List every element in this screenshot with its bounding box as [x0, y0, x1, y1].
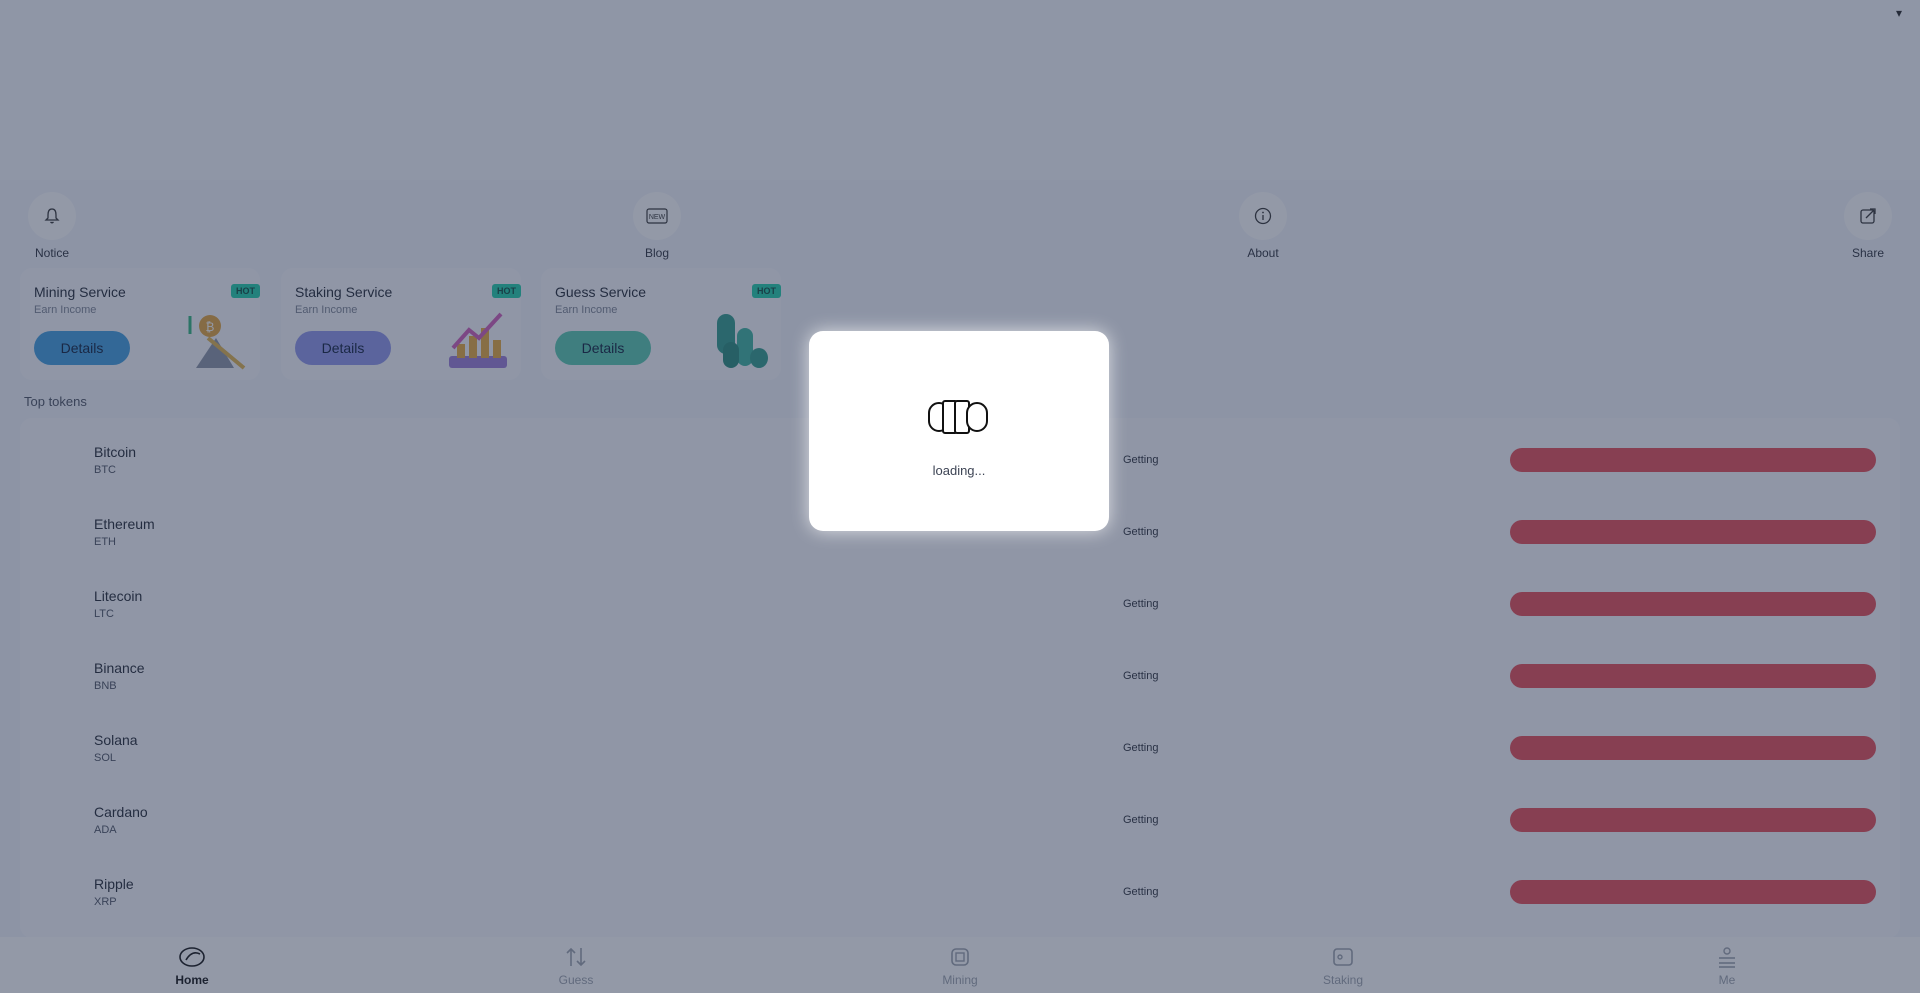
loading-dialog: loading...: [809, 331, 1109, 531]
loading-text: loading...: [932, 463, 986, 478]
spinner-icon: [927, 399, 991, 435]
